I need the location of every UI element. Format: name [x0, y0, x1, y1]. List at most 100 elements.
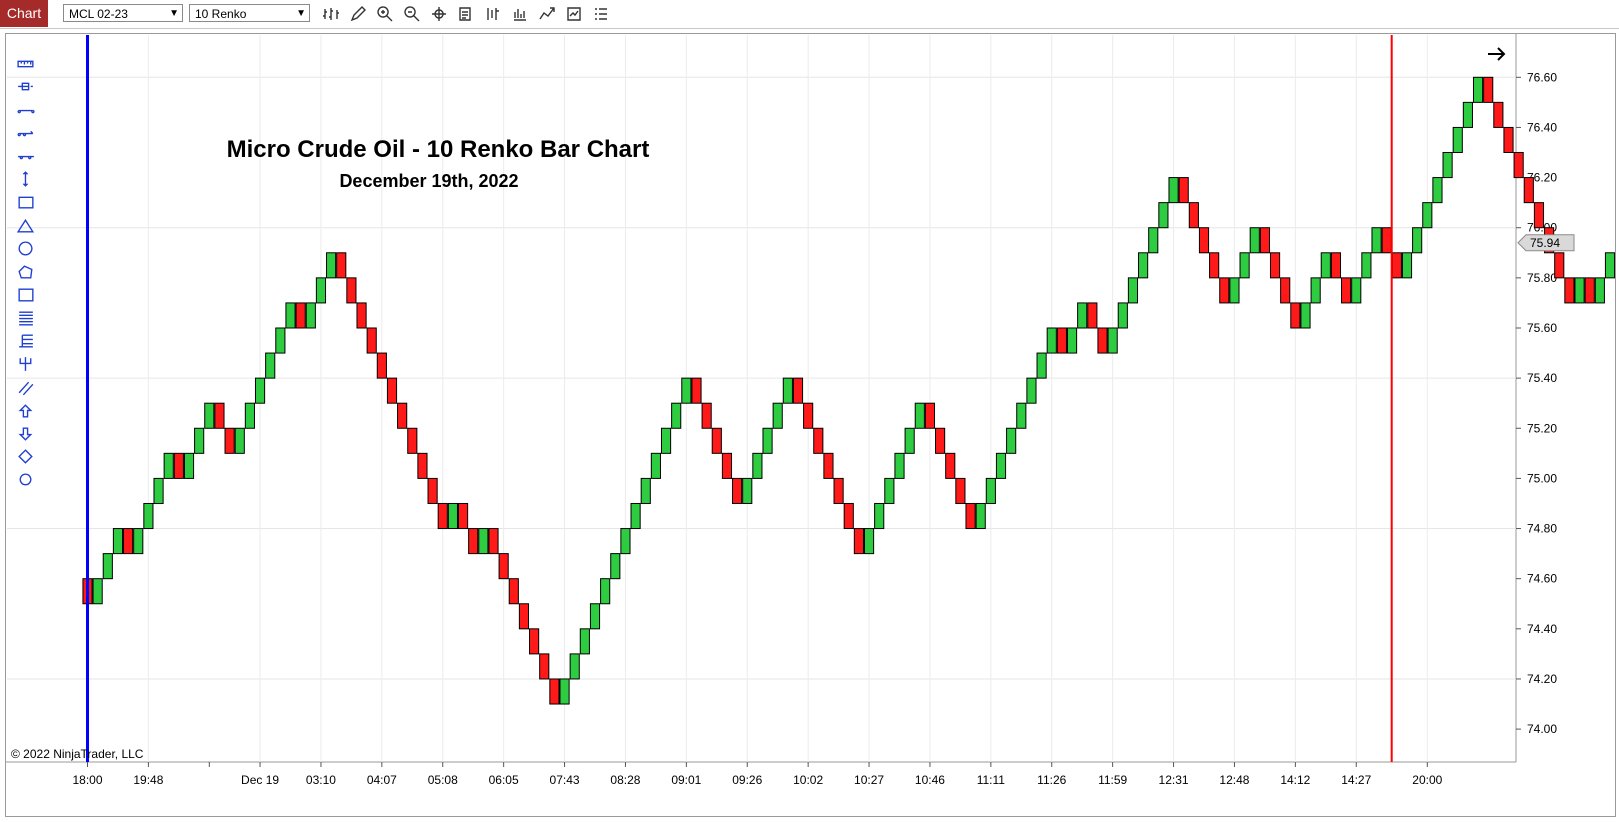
- arrow-down-icon[interactable]: [16, 424, 36, 444]
- triangle-icon[interactable]: [16, 216, 36, 236]
- strategies-icon[interactable]: [538, 5, 556, 23]
- indicators-icon[interactable]: [511, 5, 529, 23]
- down-brick: [366, 327, 377, 354]
- strategies-icon-glyph: [539, 7, 555, 20]
- up-brick: [1148, 227, 1159, 254]
- x-tick-label: 11:11: [977, 773, 1006, 787]
- x-tick-label: 14:27: [1341, 773, 1371, 787]
- fibonacci-retracement-icon[interactable]: [16, 308, 36, 328]
- line-icon[interactable]: [16, 100, 36, 120]
- x-tick-label: 10:02: [793, 773, 823, 787]
- down-brick: [1178, 177, 1189, 204]
- up-brick: [762, 427, 773, 454]
- up-brick: [681, 377, 692, 404]
- bar-type-select-value: 10 Renko: [195, 7, 247, 21]
- properties-icon[interactable]: [592, 5, 610, 23]
- up-brick: [1401, 252, 1413, 279]
- down-brick: [1097, 327, 1108, 354]
- x-tick-label: 12:31: [1159, 773, 1189, 787]
- down-brick: [173, 452, 184, 479]
- down-brick: [356, 302, 367, 329]
- down-brick: [1290, 302, 1301, 329]
- down-brick: [1513, 152, 1524, 179]
- up-brick: [153, 477, 164, 504]
- chart-panel[interactable]: 74.00 74.20 74.40 74.60 74.80 75.00 75.20 75.40…: [5, 33, 1616, 817]
- up-brick: [1127, 277, 1139, 304]
- templates-icon[interactable]: [565, 5, 583, 23]
- region-icon[interactable]: [16, 285, 36, 305]
- line-icon-glyph: [17, 109, 35, 114]
- arrow-up-icon-glyph: [18, 404, 33, 418]
- down-brick: [965, 502, 976, 530]
- up-brick: [782, 377, 793, 404]
- up-brick: [630, 502, 641, 530]
- up-brick: [1036, 352, 1047, 379]
- renko-chart[interactable]: 74.00 74.20 74.40 74.60 74.80 75.00 75.20 75.40…: [6, 34, 1615, 816]
- down-brick: [1087, 302, 1098, 329]
- ray-icon[interactable]: [16, 123, 36, 143]
- fibonacci-extension-icon[interactable]: [16, 331, 36, 351]
- parallel-channel-icon[interactable]: [16, 378, 36, 398]
- down-brick: [123, 528, 134, 555]
- down-brick: [539, 653, 550, 680]
- ellipse-icon[interactable]: [16, 239, 36, 259]
- circle-icon[interactable]: [16, 470, 36, 490]
- x-tick-label: 07:43: [550, 773, 580, 787]
- up-brick: [772, 402, 783, 429]
- down-brick: [386, 377, 398, 404]
- down-brick: [468, 528, 479, 555]
- templates-icon-glyph: [567, 7, 581, 21]
- up-brick: [1371, 227, 1382, 254]
- ruler-icon[interactable]: [16, 54, 36, 74]
- down-brick: [1503, 126, 1514, 154]
- ray-icon-glyph: [17, 130, 34, 137]
- bars-type-icon[interactable]: [322, 5, 340, 23]
- zoom-out-icon[interactable]: [403, 5, 421, 23]
- up-brick: [1594, 277, 1605, 304]
- last-price-label: 75.94: [1530, 236, 1560, 250]
- down-brick: [792, 377, 804, 404]
- down-brick: [955, 477, 966, 504]
- polygon-icon[interactable]: [16, 262, 36, 282]
- risk-reward-icon[interactable]: [16, 77, 36, 97]
- up-brick: [143, 502, 154, 530]
- arrow-line-icon[interactable]: [16, 169, 36, 189]
- bar-type-select[interactable]: 10 Renko ▼: [189, 4, 310, 22]
- extended-line-icon[interactable]: [16, 146, 36, 166]
- rectangle-icon[interactable]: [16, 192, 36, 212]
- down-brick: [1533, 202, 1545, 229]
- down-brick: [803, 402, 814, 429]
- y-tick-label: 74.80: [1527, 522, 1557, 536]
- up-brick: [1249, 227, 1260, 254]
- up-brick: [285, 302, 296, 329]
- instrument-select[interactable]: MCL 02-23 ▼: [63, 4, 183, 22]
- diamond-icon[interactable]: [16, 447, 36, 467]
- down-brick: [336, 252, 347, 279]
- up-brick: [620, 528, 631, 555]
- up-brick: [1320, 252, 1331, 279]
- arrow-up-icon[interactable]: [16, 401, 36, 421]
- down-brick: [711, 427, 722, 454]
- down-brick: [1564, 277, 1575, 304]
- crosshair-icon[interactable]: [430, 5, 448, 23]
- x-tick-label: 14:12: [1280, 773, 1310, 787]
- app-title[interactable]: Chart: [0, 0, 48, 27]
- up-brick: [254, 377, 266, 404]
- risk-reward-icon-glyph: [18, 82, 33, 91]
- y-tick-label: 75.80: [1527, 271, 1557, 285]
- down-brick: [1198, 227, 1210, 254]
- fibonacci-extension-icon-glyph: [19, 334, 33, 348]
- triangle-icon-glyph: [16, 218, 35, 233]
- down-brick: [1584, 277, 1595, 304]
- down-brick: [427, 477, 438, 504]
- up-brick: [610, 553, 621, 580]
- chart-trader-icon[interactable]: [484, 5, 502, 23]
- down-brick: [1381, 227, 1392, 254]
- down-brick: [1209, 252, 1220, 279]
- pencil-icon[interactable]: [349, 5, 367, 23]
- down-brick: [1219, 277, 1230, 304]
- zoom-in-icon[interactable]: [376, 5, 394, 23]
- andrews-pitchfork-icon[interactable]: [16, 354, 36, 374]
- data-box-icon[interactable]: [457, 5, 475, 23]
- y-tick-label: 75.20: [1527, 421, 1557, 435]
